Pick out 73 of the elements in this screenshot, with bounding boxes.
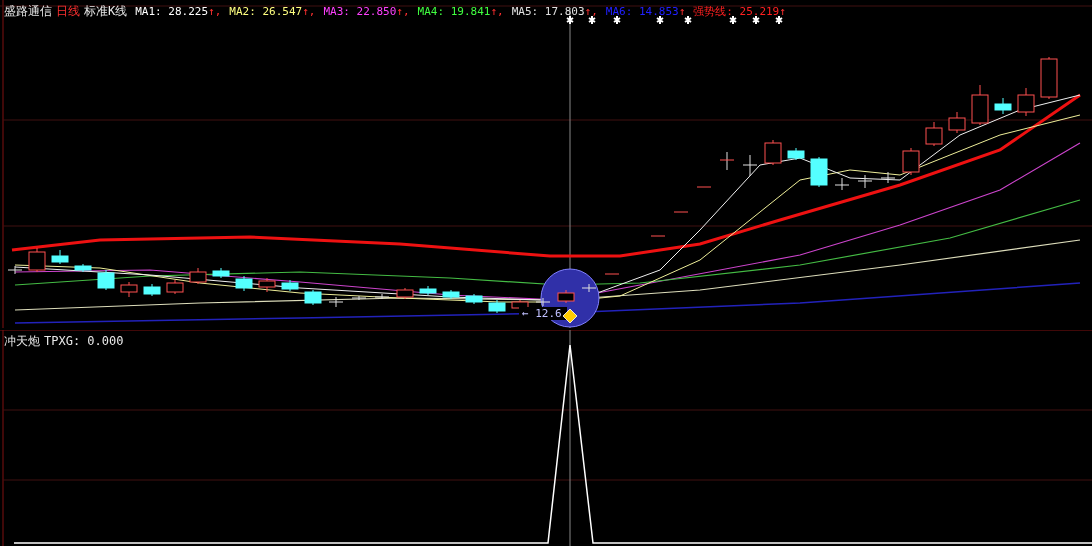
candlestick	[120, 281, 138, 298]
candlestick	[925, 121, 943, 147]
indicator-value: MA4: 19.841	[417, 5, 491, 18]
candlestick	[281, 279, 299, 292]
candlestick	[465, 293, 483, 305]
price-label: ← 12.6	[522, 307, 562, 320]
candlestick	[74, 263, 92, 273]
candlestick	[880, 171, 896, 184]
candlestick	[1040, 56, 1058, 100]
candlestick	[535, 297, 551, 307]
candlestick	[212, 267, 230, 279]
trend-arrow: ↑,	[490, 5, 504, 18]
trend-arrow: ↑,	[208, 5, 222, 18]
candlestick	[810, 156, 828, 188]
candlestick	[189, 267, 207, 285]
candlestick	[442, 289, 460, 300]
candlestick	[604, 273, 620, 275]
candlestick	[51, 249, 69, 265]
candlestick	[488, 299, 506, 314]
candlestick	[166, 279, 184, 295]
chart-type-label: 标准K线	[84, 3, 128, 20]
trend-arrow: ↑,	[584, 5, 598, 18]
signal-star-icon	[566, 15, 574, 25]
candlestick	[857, 174, 873, 189]
candlestick	[258, 277, 276, 293]
candlestick	[557, 289, 575, 304]
candlestick	[971, 84, 989, 126]
candlestick	[328, 296, 344, 308]
candlestick	[374, 293, 390, 300]
candlestick	[994, 97, 1012, 115]
indicator-value: MA3: 22.850	[323, 5, 397, 18]
trend-arrow: ↑,	[396, 5, 410, 18]
trend-arrow: ↑	[779, 5, 786, 18]
candlestick	[97, 269, 115, 291]
candlestick	[650, 235, 666, 237]
signal-star-icon	[775, 15, 783, 25]
candlestick	[235, 275, 253, 292]
indicator-name: 冲天炮	[4, 333, 40, 350]
candlestick	[1017, 87, 1035, 117]
signal-star-icon	[729, 15, 737, 25]
candlestick	[351, 295, 367, 301]
stock-name: 盛路通信	[4, 3, 52, 20]
candlestick	[764, 139, 782, 166]
candlestick	[304, 289, 322, 306]
trend-arrow: ↑	[678, 5, 686, 18]
candlestick	[396, 287, 414, 300]
indicator-value: MA2: 26.547	[229, 5, 303, 18]
indicator-value: TPXG: 0.000	[44, 334, 124, 348]
candlestick	[834, 177, 850, 191]
indicator-value: MA5: 17.803	[511, 5, 585, 18]
signal-star-icon	[613, 15, 621, 25]
candlestick	[419, 285, 437, 296]
signal-star-icon	[752, 15, 760, 25]
signal-star-icon	[684, 15, 692, 25]
candlestick	[948, 111, 966, 134]
diamond-icon	[562, 308, 578, 324]
indicator-value: MA6: 14.853	[605, 5, 679, 18]
candlestick	[143, 283, 161, 297]
candlestick	[742, 154, 758, 177]
indicator-value: MA1: 28.225	[135, 5, 209, 18]
signal-star-icon	[588, 15, 596, 25]
candlestick	[902, 147, 920, 176]
candlestick	[719, 151, 735, 171]
candlestick	[673, 211, 689, 213]
candlestick	[696, 186, 712, 188]
candlestick	[28, 247, 46, 273]
signal-star-icon	[656, 15, 664, 25]
indicator-value: 强势线: 25.219	[693, 4, 780, 19]
trend-arrow: ↑,	[302, 5, 316, 18]
candlestick	[7, 265, 23, 275]
candlestick	[581, 283, 597, 293]
period-label: 日线	[56, 3, 80, 20]
candlestick	[787, 147, 805, 161]
